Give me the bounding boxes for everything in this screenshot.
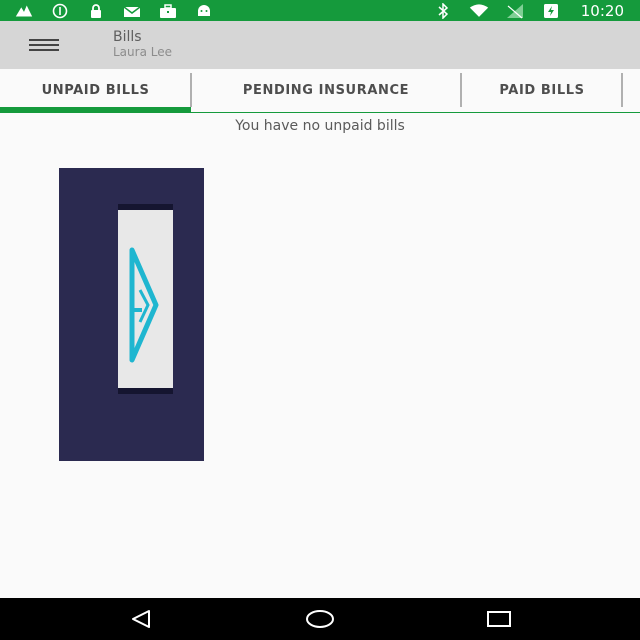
patient-name: Laura Lee	[113, 45, 172, 59]
tab-divider	[621, 73, 623, 107]
menu-button[interactable]	[22, 30, 66, 60]
back-icon	[132, 610, 150, 628]
mail-icon	[122, 3, 142, 19]
status-right-icons: 10:20	[433, 2, 624, 20]
tab-paid-bills[interactable]: PAID BILLS	[462, 69, 622, 112]
signal-icon	[505, 3, 525, 19]
lock-icon	[86, 3, 106, 19]
hamburger-menu-icon	[29, 39, 59, 51]
wifi-icon	[469, 3, 489, 19]
info-icon	[50, 3, 70, 19]
fire-icon	[14, 3, 34, 19]
home-button[interactable]	[298, 604, 342, 634]
status-time: 10:20	[580, 1, 624, 20]
recents-button[interactable]	[477, 604, 521, 634]
home-icon	[306, 610, 334, 628]
status-bar: 10:20	[0, 0, 640, 21]
screen: 10:20 Bills Laura Lee UNPAID BILLS PENDI…	[0, 0, 640, 640]
promo-card	[118, 204, 173, 394]
active-tab-indicator	[0, 107, 191, 112]
android-icon	[194, 3, 214, 19]
status-left-icons	[14, 3, 214, 19]
system-nav-bar	[0, 598, 640, 640]
briefcase-icon	[158, 3, 178, 19]
tab-unpaid-bills[interactable]: UNPAID BILLS	[0, 69, 191, 112]
back-button[interactable]	[119, 604, 163, 634]
promo-image	[59, 168, 204, 461]
empty-state-message: You have no unpaid bills	[235, 118, 405, 134]
tab-pending-insurance[interactable]: PENDING INSURANCE	[192, 69, 460, 112]
recents-icon	[487, 611, 511, 627]
bills-tabs: UNPAID BILLS PENDING INSURANCE PAID BILL…	[0, 69, 640, 113]
bluetooth-icon	[433, 2, 453, 19]
page-title: Bills	[113, 29, 142, 45]
app-toolbar: Bills Laura Lee	[0, 21, 640, 69]
triangle-logo-icon	[129, 247, 159, 363]
battery-icon	[541, 3, 561, 19]
